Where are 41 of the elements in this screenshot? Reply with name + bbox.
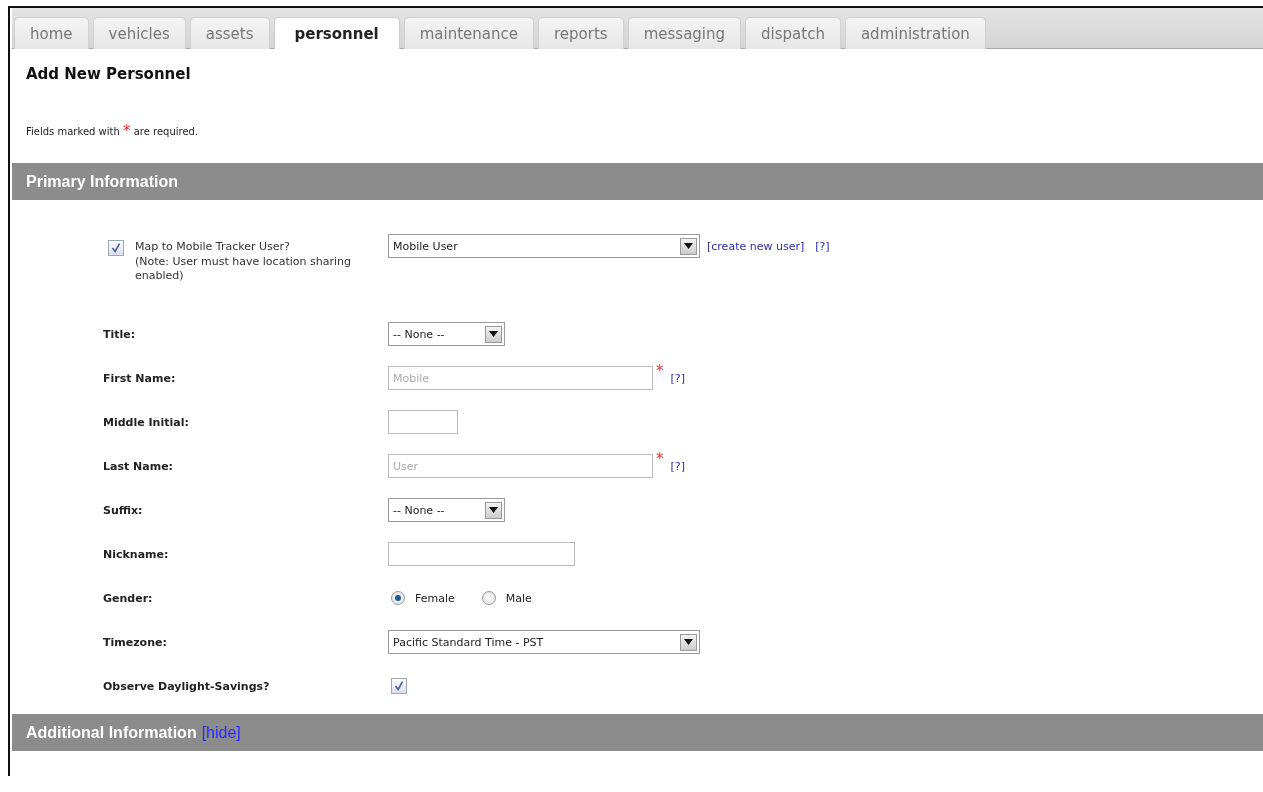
nav-tab[interactable]: home [14, 17, 89, 49]
required-mark: * [656, 362, 664, 380]
required-mark: * [656, 450, 664, 468]
field-label: Map to Mobile Tracker User? [135, 240, 291, 253]
create-user-link[interactable]: [create new user] [707, 239, 805, 253]
hide-link[interactable]: [hide] [201, 723, 241, 742]
nav-tab[interactable]: messaging [627, 17, 742, 49]
field-label: Observe Daylight-Savings? [102, 679, 271, 693]
text-field[interactable]: Mobile [388, 366, 653, 390]
field-label: Nickname: [102, 547, 170, 561]
field-note: (Note: User must have location sharing enabled) [135, 255, 352, 283]
dropdown[interactable]: -- None -- [388, 322, 505, 346]
required-mark: * [122, 122, 131, 140]
field-label: Last Name: [102, 459, 175, 473]
field-label: Gender: [102, 591, 154, 605]
nav-tab[interactable]: dispatch [745, 17, 841, 49]
nav-tab[interactable]: maintenance [403, 17, 535, 49]
nav-tab[interactable]: administration [844, 17, 986, 49]
field-label: Middle Initial: [102, 415, 190, 429]
dropdown[interactable]: Mobile User [388, 234, 700, 258]
nav-tab[interactable]: assets [189, 17, 270, 49]
radio-label: Male [505, 591, 532, 605]
required-note-text: Fields marked with [26, 126, 120, 137]
field-label: Suffix: [102, 503, 144, 517]
dropdown[interactable]: Pacific Standard Time - PST [388, 630, 700, 654]
section-title: Additional Information [26, 723, 197, 742]
nav-tab[interactable]: personnel [273, 17, 400, 49]
field-label: Timezone: [102, 635, 168, 649]
required-note-text: are required. [133, 126, 199, 137]
page-title: Add New Personnel [26, 64, 192, 83]
help-link[interactable]: [?] [815, 239, 830, 253]
nav-tab[interactable]: vehicles [92, 17, 186, 49]
field-label: Title: [102, 327, 137, 341]
nav-tab[interactable]: reports [538, 17, 624, 49]
text-field[interactable]: User [388, 454, 653, 478]
field-label: First Name: [102, 371, 177, 385]
help-link[interactable]: [?] [670, 371, 685, 385]
dropdown[interactable]: -- None -- [388, 498, 505, 522]
section-title: Primary Information [26, 172, 179, 191]
help-link[interactable]: [?] [670, 459, 685, 473]
radio-label: Female [415, 591, 455, 605]
